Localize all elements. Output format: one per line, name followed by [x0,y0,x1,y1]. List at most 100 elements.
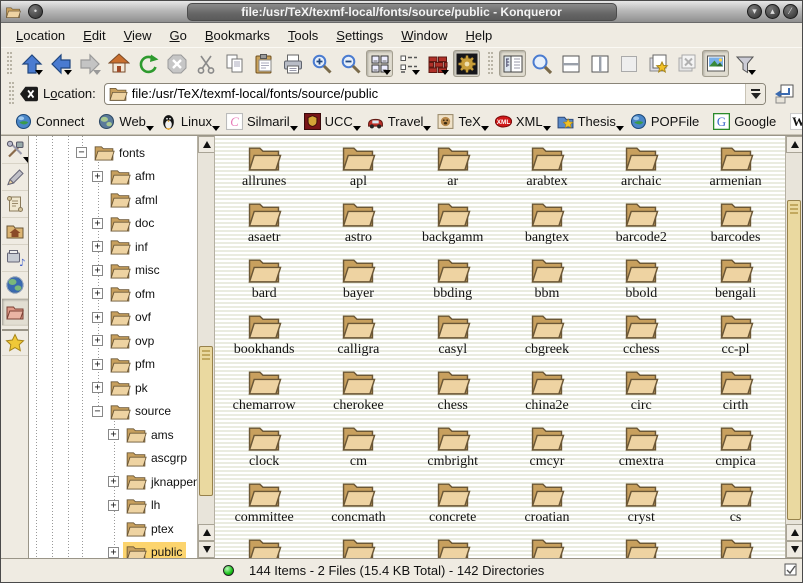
split-horizontal-button[interactable] [557,50,584,77]
location-input[interactable] [128,86,745,101]
folder-item[interactable]: chemarrow [217,366,311,422]
detailed-list-view-button[interactable] [424,50,451,77]
bookmark-tex[interactable]: TeX [437,113,486,130]
icon-view[interactable]: allrunesaplararabtexarchaicarmenianasaet… [215,136,802,558]
bookmark-xml[interactable]: XMLXML [495,113,549,130]
folder-item[interactable]: archaic [594,142,688,198]
sidebar-tab-pencil[interactable] [2,164,28,191]
bookmark-linux[interactable]: Linux [160,113,218,130]
collapse-toggle[interactable]: − [76,147,87,158]
sidebar-tab-home-folder[interactable] [2,218,28,245]
tree-item-lh[interactable]: +lh [29,494,197,518]
tree-item-ovf[interactable]: +ovf [29,306,197,330]
view-scroll-up2-button[interactable] [786,524,802,541]
tree-item-ovp[interactable]: +ovp [29,329,197,353]
bookmark-wikipedia[interactable]: WWikipedia [790,113,803,130]
folder-item[interactable]: circ [594,366,688,422]
tree-item-jknappen[interactable]: +jknappen [29,470,197,494]
tree-item-afml[interactable]: afml [29,188,197,212]
menu-edit[interactable]: Edit [74,26,114,45]
expand-toggle[interactable]: + [92,382,103,393]
tree-item-public[interactable]: +public [29,541,197,559]
expand-toggle[interactable]: + [92,241,103,252]
tree-scrollbar[interactable] [197,136,214,558]
menu-settings[interactable]: Settings [327,26,392,45]
folder-item[interactable]: astro [311,198,405,254]
tree-item-ofm[interactable]: +ofm [29,282,197,306]
bookmark-connect[interactable]: Connect [15,113,90,130]
sidebar-tab-root-folder[interactable] [2,299,28,326]
toolbar-handle[interactable] [487,52,495,76]
folder-item[interactable]: asaetr [217,198,311,254]
menu-help[interactable]: Help [457,26,502,45]
view-scroll-down-button[interactable] [786,541,802,558]
folder-item[interactable]: ar [406,142,500,198]
selection-marker-icon[interactable] [784,563,798,577]
expand-toggle[interactable]: + [108,500,119,511]
tree-item-ams[interactable]: +ams [29,423,197,447]
maximize-button[interactable]: ▴ [765,4,780,19]
expand-toggle[interactable]: + [92,265,103,276]
folder-item-partial[interactable] [594,534,688,558]
sidebar-tab-history-scroll[interactable] [2,191,28,218]
folder-item[interactable]: cs [688,478,782,534]
toolbar-handle[interactable] [8,82,16,106]
folder-item[interactable]: arabtex [500,142,594,198]
print-button[interactable] [279,50,306,77]
bookmark-popfile[interactable]: POPFile [630,113,705,130]
tree-item-pk[interactable]: +pk [29,376,197,400]
bookmark-web[interactable]: Web [98,113,152,130]
folder-item[interactable]: clock [217,422,311,478]
folder-item[interactable]: chess [406,366,500,422]
back-arrow-button[interactable] [47,50,74,77]
tree-item-ascgrp[interactable]: ascgrp [29,447,197,471]
view-scrollbar[interactable] [785,136,802,558]
folder-item[interactable]: cherokee [311,366,405,422]
expand-toggle[interactable]: + [108,476,119,487]
folder-item[interactable]: cmpica [688,422,782,478]
folder-item[interactable]: croatian [500,478,594,534]
folder-item[interactable]: barcode2 [594,198,688,254]
folder-item-partial[interactable] [406,534,500,558]
menu-go[interactable]: Go [161,26,196,45]
folder-item[interactable]: calligra [311,310,405,366]
show-navigation-panel-button[interactable] [499,50,526,77]
tree-scroll-up2-button[interactable] [198,524,215,541]
folder-item[interactable]: bbm [500,254,594,310]
menu-bookmarks[interactable]: Bookmarks [196,26,279,45]
view-scrollbar-thumb[interactable] [787,200,801,520]
folder-item[interactable]: china2e [500,366,594,422]
bookmark-thesis[interactable]: Thesis [557,113,622,130]
folder-item[interactable]: concrete [406,478,500,534]
bookmark-google[interactable]: GGoogle [713,113,782,130]
zoom-in-button[interactable] [308,50,335,77]
shade-button[interactable]: ▾ [747,4,762,19]
expand-toggle[interactable]: + [92,359,103,370]
expand-toggle[interactable]: + [92,171,103,182]
location-dropdown-button[interactable] [745,84,765,104]
gear-view-button[interactable] [453,50,480,77]
menu-view[interactable]: View [115,26,161,45]
folder-item[interactable]: committee [217,478,311,534]
expand-toggle[interactable]: + [108,547,119,558]
tree-scroll-up-button[interactable] [198,136,215,153]
expand-toggle[interactable]: + [92,312,103,323]
folder-item-partial[interactable] [311,534,405,558]
folder-item[interactable]: casyl [406,310,500,366]
folder-item[interactable]: bangtex [500,198,594,254]
tree-scrollbar-thumb[interactable] [199,346,213,496]
multicolumn-view-button[interactable] [395,50,422,77]
bookmark-silmaril[interactable]: CSilmaril [226,113,296,130]
folder-item-partial[interactable] [688,534,782,558]
folder-item[interactable]: cbgreek [500,310,594,366]
bookmark-ucc[interactable]: UCC [304,113,359,130]
folder-item[interactable]: bayer [311,254,405,310]
expand-toggle[interactable]: + [108,429,119,440]
expand-toggle[interactable]: + [92,218,103,229]
title-bar[interactable]: • file:/usr/TeX/texmf-local/fonts/source… [1,1,802,23]
tree-item-pfm[interactable]: +pfm [29,353,197,377]
collapse-toggle[interactable]: − [92,406,103,417]
tree-scroll-down-button[interactable] [198,541,215,558]
tree-item-ptex[interactable]: ptex [29,517,197,541]
up-arrow-button[interactable] [18,50,45,77]
